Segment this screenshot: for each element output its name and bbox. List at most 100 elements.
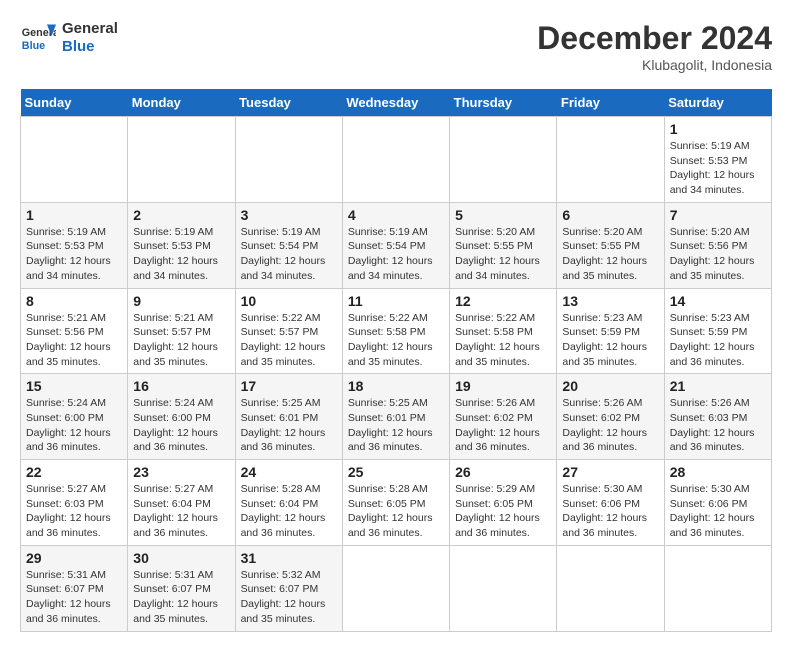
calendar-cell: 15Sunrise: 5:24 AMSunset: 6:00 PMDayligh… <box>21 374 128 460</box>
calendar-cell: 30Sunrise: 5:31 AMSunset: 6:07 PMDayligh… <box>128 545 235 631</box>
day-number: 12 <box>455 293 551 309</box>
col-tuesday: Tuesday <box>235 89 342 117</box>
day-info: Sunrise: 5:25 AMSunset: 6:01 PMDaylight:… <box>348 396 444 455</box>
logo: General Blue General Blue <box>20 20 118 56</box>
day-info: Sunrise: 5:19 AMSunset: 5:53 PMDaylight:… <box>26 225 122 284</box>
day-info: Sunrise: 5:22 AMSunset: 5:57 PMDaylight:… <box>241 311 337 370</box>
day-number: 7 <box>670 207 766 223</box>
header-row: Sunday Monday Tuesday Wednesday Thursday… <box>21 89 772 117</box>
calendar-cell: 7Sunrise: 5:20 AMSunset: 5:56 PMDaylight… <box>664 202 771 288</box>
calendar-cell: 25Sunrise: 5:28 AMSunset: 6:05 PMDayligh… <box>342 460 449 546</box>
calendar-cell: 5Sunrise: 5:20 AMSunset: 5:55 PMDaylight… <box>450 202 557 288</box>
day-number: 8 <box>26 293 122 309</box>
day-number: 16 <box>133 378 229 394</box>
calendar-cell: 10 Sunrise: 5:22 AMSunset: 5:57 PMDayligh… <box>235 288 342 374</box>
page-header: General Blue General Blue December 2024 … <box>20 20 772 73</box>
day-number: 2 <box>133 207 229 223</box>
day-info: Sunrise: 5:19 AMSunset: 5:53 PMDaylight:… <box>133 225 229 284</box>
calendar-cell <box>664 545 771 631</box>
title-block: December 2024 Klubagolit, Indonesia <box>537 20 772 73</box>
day-number: 28 <box>670 464 766 480</box>
day-info: Sunrise: 5:26 AMSunset: 6:02 PMDaylight:… <box>455 396 551 455</box>
day-number: 23 <box>133 464 229 480</box>
calendar-cell: 1Sunrise: 5:19 AMSunset: 5:53 PMDaylight… <box>21 202 128 288</box>
calendar-cell <box>450 545 557 631</box>
day-number: 15 <box>26 378 122 394</box>
day-number: 27 <box>562 464 658 480</box>
calendar-cell <box>450 117 557 203</box>
calendar-cell: 2 Sunrise: 5:19 AMSunset: 5:53 PMDaylight… <box>128 202 235 288</box>
calendar-cell <box>128 117 235 203</box>
day-number: 20 <box>562 378 658 394</box>
calendar-cell: 13Sunrise: 5:23 AMSunset: 5:59 PMDayligh… <box>557 288 664 374</box>
calendar-cell <box>342 545 449 631</box>
week-row-5: 22 Sunrise: 5:27 AMSunset: 6:03 PMDayligh… <box>21 460 772 546</box>
col-saturday: Saturday <box>664 89 771 117</box>
calendar-cell: 21Sunrise: 5:26 AMSunset: 6:03 PMDayligh… <box>664 374 771 460</box>
day-number: 19 <box>455 378 551 394</box>
day-number: 26 <box>455 464 551 480</box>
day-info: Sunrise: 5:32 AMSunset: 6:07 PMDaylight:… <box>241 568 337 627</box>
col-sunday: Sunday <box>21 89 128 117</box>
week-row-1: 1 Sunrise: 5:19 AMSunset: 5:53 PMDaylight… <box>21 117 772 203</box>
calendar-cell: 12Sunrise: 5:22 AMSunset: 5:58 PMDayligh… <box>450 288 557 374</box>
week-row-4: 15 Sunrise: 5:24 AMSunset: 6:00 PMDayligh… <box>21 374 772 460</box>
calendar-cell <box>342 117 449 203</box>
calendar-cell: 18 Sunrise: 5:25 AMSunset: 6:01 PMDayligh… <box>342 374 449 460</box>
day-number: 17 <box>241 378 337 394</box>
col-friday: Friday <box>557 89 664 117</box>
calendar-cell: 27 Sunrise: 5:30 AMSunset: 6:06 PMDayligh… <box>557 460 664 546</box>
day-info: Sunrise: 5:19 AMSunset: 5:53 PMDaylight:… <box>670 139 766 198</box>
day-info: Sunrise: 5:21 AMSunset: 5:56 PMDaylight:… <box>26 311 122 370</box>
svg-text:Blue: Blue <box>22 40 45 52</box>
calendar-cell: 19 Sunrise: 5:26 AMSunset: 6:02 PMDayligh… <box>450 374 557 460</box>
logo-icon: General Blue <box>20 20 56 56</box>
location-subtitle: Klubagolit, Indonesia <box>537 57 772 73</box>
day-number: 1 <box>670 121 766 137</box>
calendar-cell: 11Sunrise: 5:22 AMSunset: 5:58 PMDayligh… <box>342 288 449 374</box>
calendar-table: Sunday Monday Tuesday Wednesday Thursday… <box>20 89 772 632</box>
col-thursday: Thursday <box>450 89 557 117</box>
day-number: 22 <box>26 464 122 480</box>
day-info: Sunrise: 5:19 AMSunset: 5:54 PMDaylight:… <box>348 225 444 284</box>
day-info: Sunrise: 5:19 AMSunset: 5:54 PMDaylight:… <box>241 225 337 284</box>
day-info: Sunrise: 5:27 AMSunset: 6:03 PMDaylight:… <box>26 482 122 541</box>
calendar-cell: 29 Sunrise: 5:31 AMSunset: 6:07 PMDayligh… <box>21 545 128 631</box>
day-number: 5 <box>455 207 551 223</box>
calendar-cell: 17 Sunrise: 5:25 AMSunset: 6:01 PMDayligh… <box>235 374 342 460</box>
day-number: 24 <box>241 464 337 480</box>
day-number: 13 <box>562 293 658 309</box>
calendar-cell <box>557 117 664 203</box>
day-number: 14 <box>670 293 766 309</box>
day-number: 9 <box>133 293 229 309</box>
calendar-cell: 22 Sunrise: 5:27 AMSunset: 6:03 PMDayligh… <box>21 460 128 546</box>
day-info: Sunrise: 5:26 AMSunset: 6:03 PMDaylight:… <box>670 396 766 455</box>
week-row-3: 8 Sunrise: 5:21 AMSunset: 5:56 PMDaylight… <box>21 288 772 374</box>
calendar-cell: 26 Sunrise: 5:29 AMSunset: 6:05 PMDayligh… <box>450 460 557 546</box>
calendar-cell: 3Sunrise: 5:19 AMSunset: 5:54 PMDaylight… <box>235 202 342 288</box>
calendar-cell: 9 Sunrise: 5:21 AMSunset: 5:57 PMDaylight… <box>128 288 235 374</box>
calendar-cell: 14 Sunrise: 5:23 AMSunset: 5:59 PMDayligh… <box>664 288 771 374</box>
day-number: 29 <box>26 550 122 566</box>
day-info: Sunrise: 5:30 AMSunset: 6:06 PMDaylight:… <box>562 482 658 541</box>
day-info: Sunrise: 5:21 AMSunset: 5:57 PMDaylight:… <box>133 311 229 370</box>
day-number: 10 <box>241 293 337 309</box>
calendar-cell <box>235 117 342 203</box>
month-title: December 2024 <box>537 20 772 57</box>
day-info: Sunrise: 5:29 AMSunset: 6:05 PMDaylight:… <box>455 482 551 541</box>
calendar-cell: 8 Sunrise: 5:21 AMSunset: 5:56 PMDaylight… <box>21 288 128 374</box>
day-info: Sunrise: 5:26 AMSunset: 6:02 PMDaylight:… <box>562 396 658 455</box>
day-info: Sunrise: 5:27 AMSunset: 6:04 PMDaylight:… <box>133 482 229 541</box>
day-info: Sunrise: 5:28 AMSunset: 6:05 PMDaylight:… <box>348 482 444 541</box>
day-info: Sunrise: 5:25 AMSunset: 6:01 PMDaylight:… <box>241 396 337 455</box>
calendar-cell: 24Sunrise: 5:28 AMSunset: 6:04 PMDayligh… <box>235 460 342 546</box>
day-info: Sunrise: 5:31 AMSunset: 6:07 PMDaylight:… <box>26 568 122 627</box>
calendar-cell: 16 Sunrise: 5:24 AMSunset: 6:00 PMDayligh… <box>128 374 235 460</box>
day-info: Sunrise: 5:23 AMSunset: 5:59 PMDaylight:… <box>670 311 766 370</box>
calendar-cell: 4 Sunrise: 5:19 AMSunset: 5:54 PMDaylight… <box>342 202 449 288</box>
day-number: 4 <box>348 207 444 223</box>
day-number: 6 <box>562 207 658 223</box>
day-number: 18 <box>348 378 444 394</box>
week-row-2: 1Sunrise: 5:19 AMSunset: 5:53 PMDaylight… <box>21 202 772 288</box>
day-info: Sunrise: 5:24 AMSunset: 6:00 PMDaylight:… <box>133 396 229 455</box>
